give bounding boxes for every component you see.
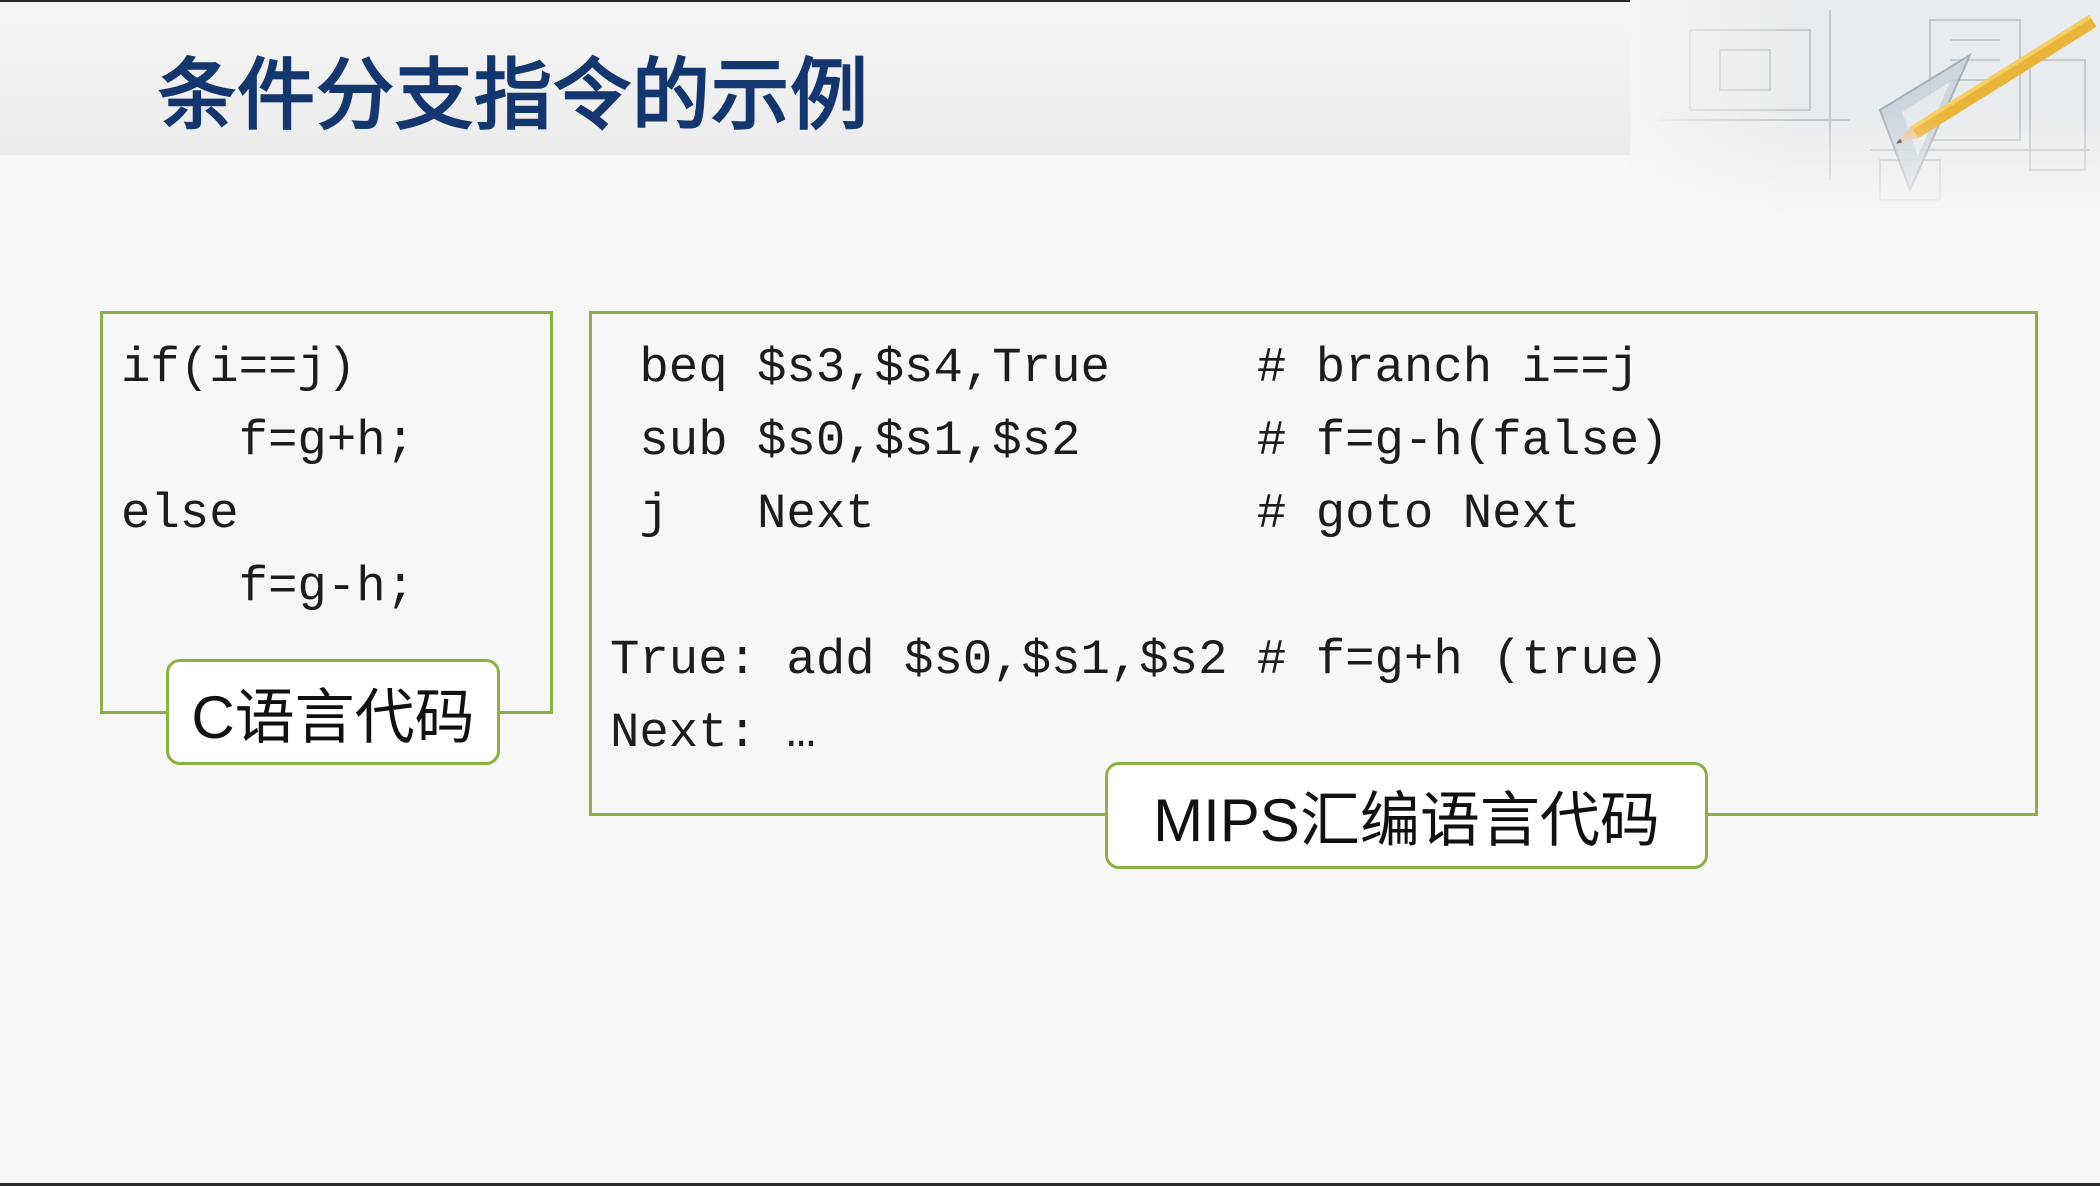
c-code-line: f=g-h;	[121, 559, 416, 615]
mips-code-label: MIPS汇编语言代码	[1105, 762, 1708, 869]
slide: 条件分支指令的示例 if(i==j) f=g+h; else f=g-h; C语…	[0, 0, 2100, 1186]
c-code-label: C语言代码	[166, 659, 500, 765]
mips-code-line: j Next # goto Next	[610, 486, 1581, 542]
c-code-line: f=g+h;	[121, 413, 416, 469]
c-code-line: if(i==j)	[121, 340, 357, 396]
mips-code-line: beq $s3,$s4,True # branch i==j	[610, 340, 1640, 396]
c-code-line: else	[121, 486, 239, 542]
drafting-pencil-ruler-icon	[1630, 0, 2100, 230]
slide-title: 条件分支指令的示例	[158, 51, 870, 141]
mips-code-line: sub $s0,$s1,$s2 # f=g-h(false)	[610, 413, 1669, 469]
mips-code-line: True: add $s0,$s1,$s2 # f=g+h (true)	[610, 632, 1669, 688]
mips-code-line: Next: …	[610, 705, 816, 761]
